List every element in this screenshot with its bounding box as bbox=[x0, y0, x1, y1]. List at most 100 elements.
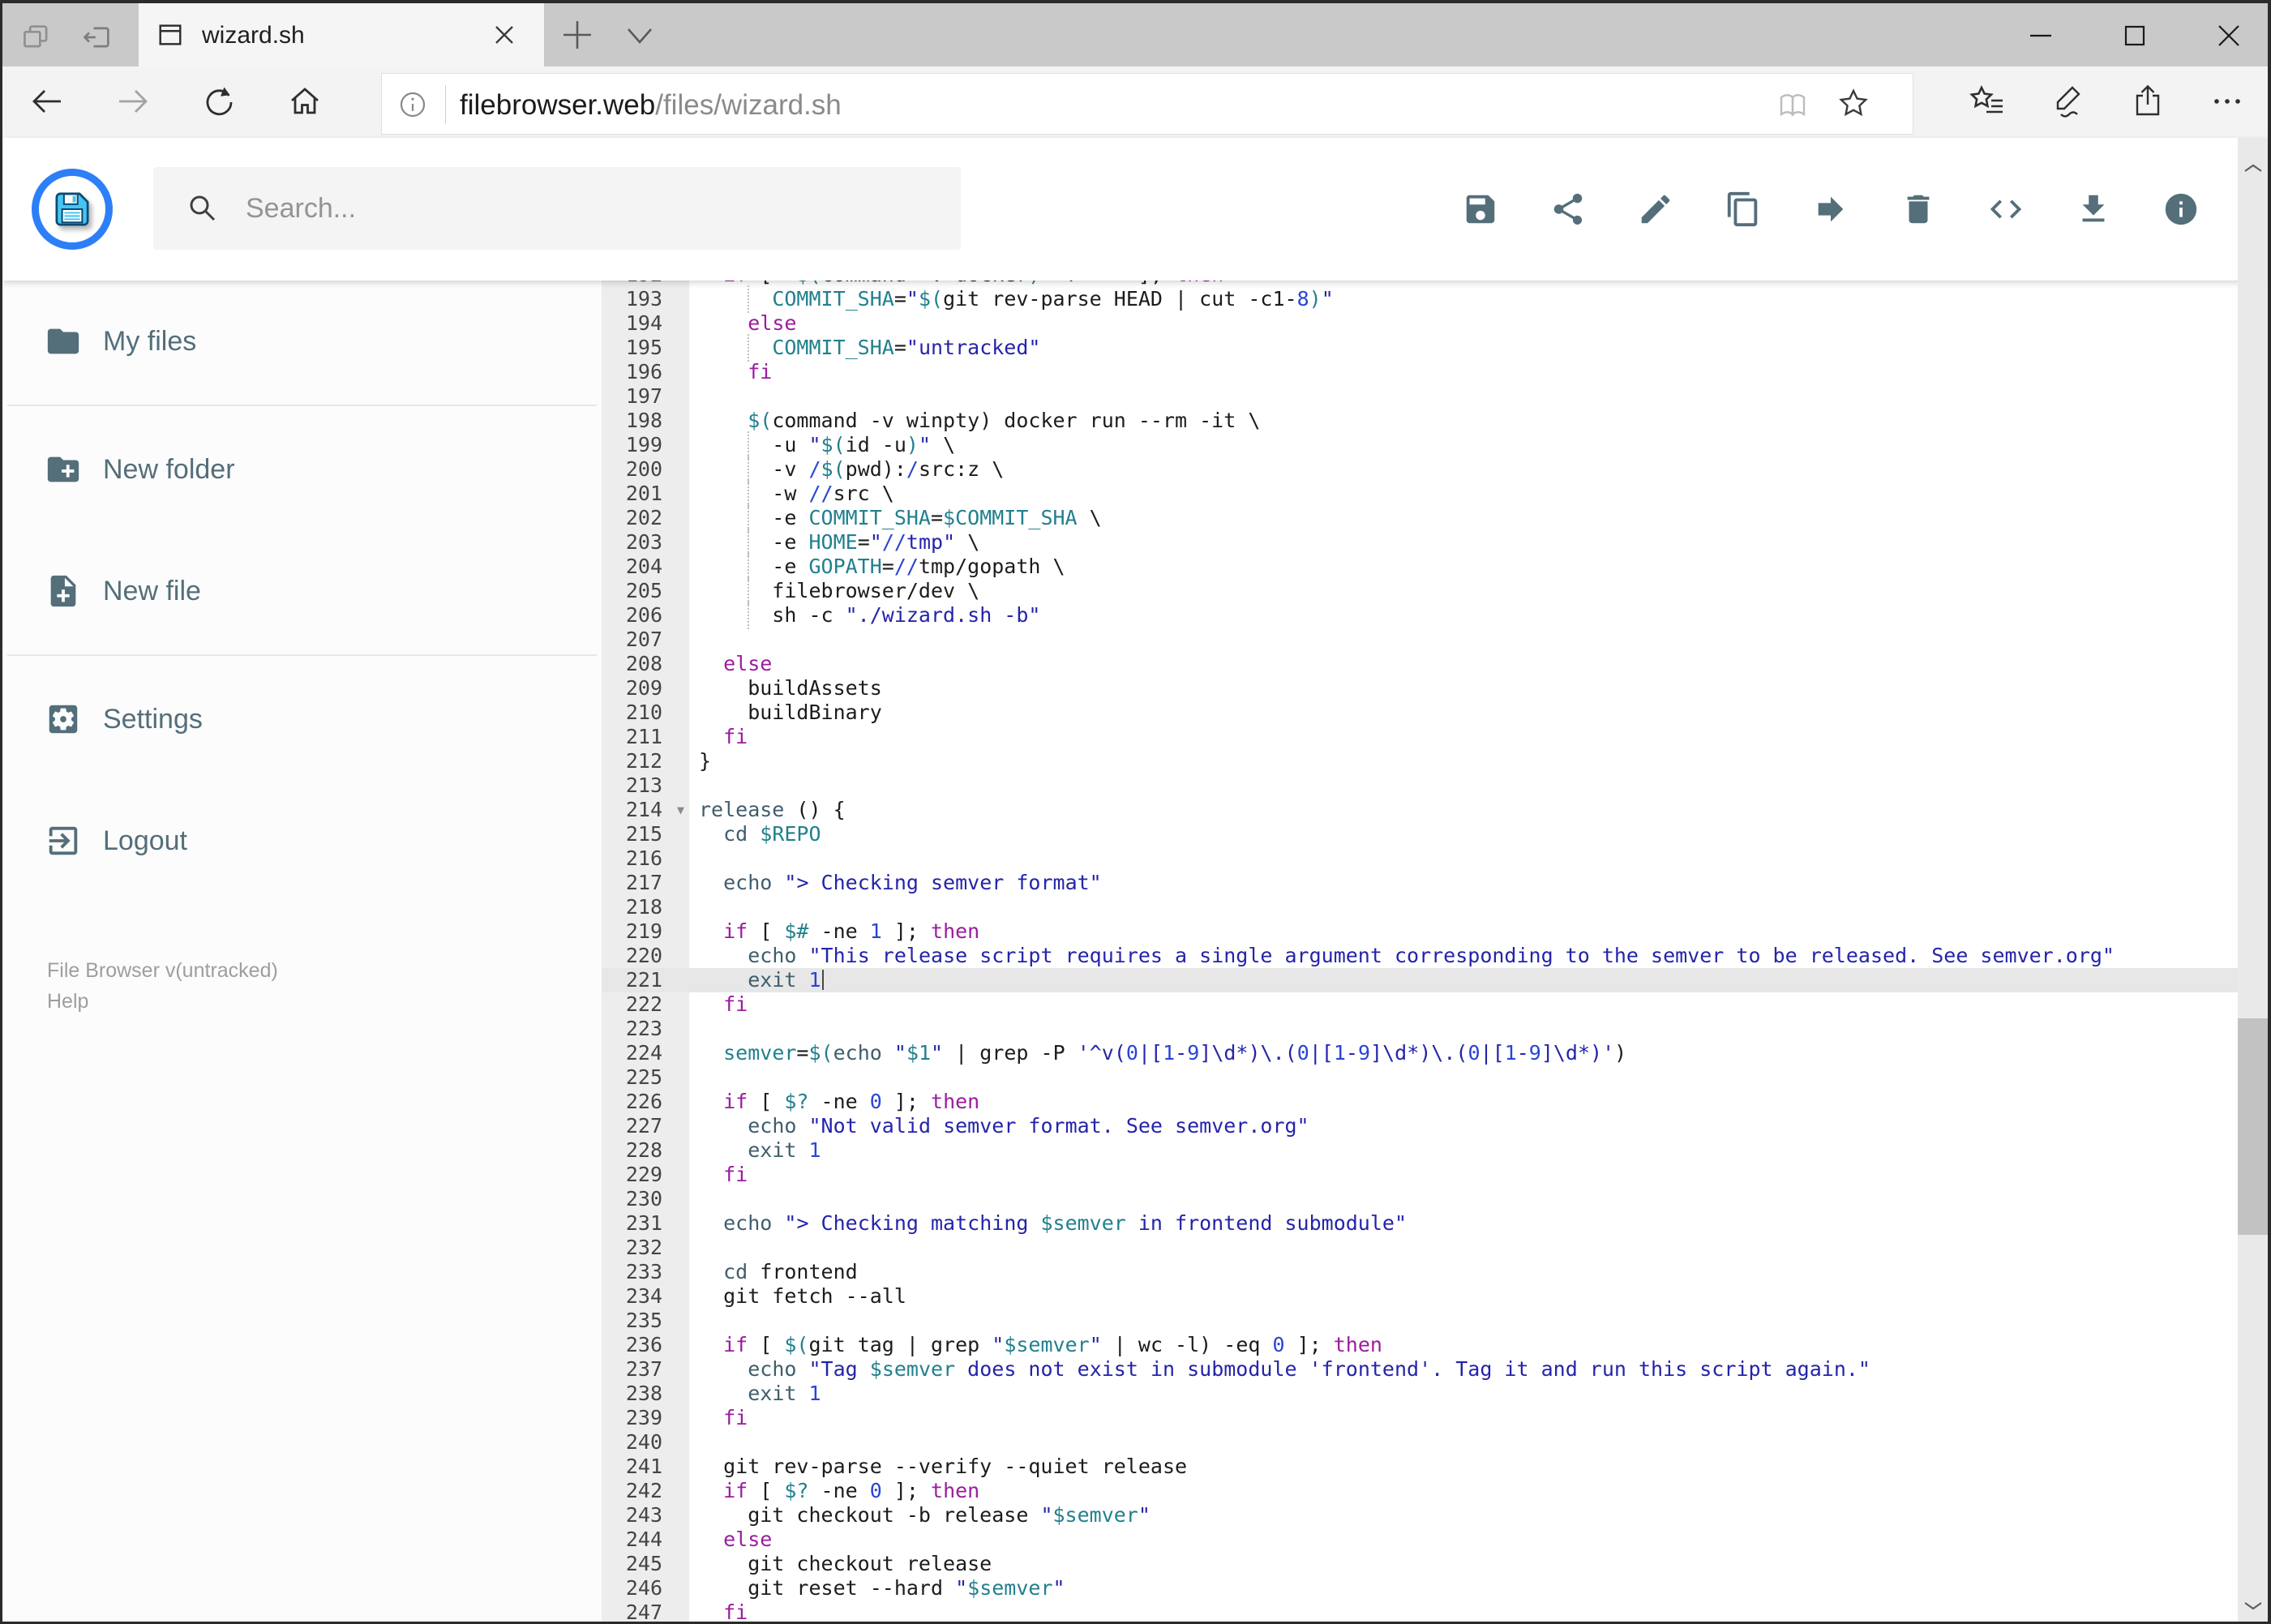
refresh-icon[interactable] bbox=[200, 83, 238, 120]
code-line-241[interactable]: 241 git rev-parse --verify --quiet relea… bbox=[602, 1455, 2268, 1479]
code-line-212[interactable]: 212} bbox=[602, 749, 2268, 773]
move-button[interactable] bbox=[1812, 191, 1849, 228]
code-line-243[interactable]: 243 git checkout -b release "$semver" bbox=[602, 1503, 2268, 1528]
code-line-217[interactable]: 217 echo "> Checking semver format" bbox=[602, 871, 2268, 895]
code-line-207[interactable]: 207 bbox=[602, 628, 2268, 652]
favorite-star-icon[interactable] bbox=[1836, 87, 1870, 121]
code-line-202[interactable]: 202 -e COMMIT_SHA=$COMMIT_SHA \ bbox=[602, 504, 2268, 532]
code-line-203[interactable]: 203 -e HOME="//tmp" \ bbox=[602, 529, 2268, 556]
share-icon[interactable] bbox=[2129, 83, 2166, 120]
code-line-214[interactable]: 214 ▼ release () { bbox=[602, 798, 2268, 822]
code-line-234[interactable]: 234 git fetch --all bbox=[602, 1284, 2268, 1309]
scrollbar-thumb[interactable] bbox=[2238, 1018, 2268, 1235]
sidebar-item-my-files[interactable]: My files bbox=[2, 281, 602, 402]
code-line-237[interactable]: 237 echo "Tag $semver does not exist in … bbox=[602, 1357, 2268, 1382]
code-line-201[interactable]: 201 -w //src \ bbox=[602, 480, 2268, 508]
code-line-192[interactable]: 192 if [ "$(command -v docker)" != "" ];… bbox=[602, 281, 2268, 287]
code-line-195[interactable]: 195 COMMIT_SHA="untracked" bbox=[602, 334, 2268, 362]
scroll-up-icon[interactable] bbox=[2243, 164, 2263, 174]
code-line-240[interactable]: 240 bbox=[602, 1430, 2268, 1455]
tab-close-icon[interactable] bbox=[494, 24, 515, 45]
code-line-246[interactable]: 246 git reset --hard "$semver" bbox=[602, 1576, 2268, 1600]
hub-favorites-icon[interactable] bbox=[1969, 83, 2006, 120]
save-button[interactable] bbox=[1462, 191, 1499, 228]
sidebar-item-new-file[interactable]: New file bbox=[2, 530, 602, 652]
delete-button[interactable] bbox=[1900, 191, 1937, 228]
search-box[interactable] bbox=[153, 167, 961, 250]
maximize-icon[interactable] bbox=[2122, 23, 2148, 49]
sidebar-item-logout[interactable]: Logout bbox=[2, 780, 602, 902]
set-tabs-aside-icon[interactable] bbox=[81, 21, 114, 54]
code-line-208[interactable]: 208 else bbox=[602, 652, 2268, 676]
code-line-200[interactable]: 200 -v /$(pwd):/src:z \ bbox=[602, 456, 2268, 483]
tab-previews-icon[interactable] bbox=[21, 21, 54, 54]
code-line-209[interactable]: 209 buildAssets bbox=[602, 676, 2268, 701]
code-line-218[interactable]: 218 bbox=[602, 895, 2268, 919]
code-line-210[interactable]: 210 buildBinary bbox=[602, 701, 2268, 725]
forward-icon[interactable] bbox=[114, 83, 152, 120]
code-line-224[interactable]: 224 semver=$(echo "$1" | grep -P '^v(0|[… bbox=[602, 1041, 2268, 1065]
code-line-230[interactable]: 230 bbox=[602, 1187, 2268, 1211]
site-info-icon[interactable] bbox=[396, 88, 429, 121]
code-line-197[interactable]: 197 bbox=[602, 384, 2268, 409]
vertical-scrollbar[interactable] bbox=[2238, 138, 2268, 1622]
code-line-222[interactable]: 222 fi bbox=[602, 992, 2268, 1017]
code-line-215[interactable]: 215 cd $REPO bbox=[602, 822, 2268, 846]
sidebar-item-new-folder[interactable]: New folder bbox=[2, 409, 602, 530]
code-line-232[interactable]: 232 bbox=[602, 1236, 2268, 1260]
close-icon[interactable] bbox=[2216, 23, 2242, 49]
code-line-213[interactable]: 213 bbox=[602, 773, 2268, 798]
browser-tab[interactable]: wizard.sh bbox=[139, 3, 544, 66]
tab-list-chevron-icon[interactable] bbox=[623, 24, 656, 49]
scroll-down-icon[interactable] bbox=[2243, 1600, 2263, 1610]
share-button[interactable] bbox=[1549, 191, 1587, 228]
code-line-199[interactable]: 199 -u "$(id -u)" \ bbox=[602, 431, 2268, 459]
code-line-238[interactable]: 238 exit 1 bbox=[602, 1382, 2268, 1406]
reading-view-icon[interactable] bbox=[1776, 88, 1809, 121]
code-line-219[interactable]: 219 if [ $# -ne 1 ]; then bbox=[602, 919, 2268, 944]
code-line-244[interactable]: 244 else bbox=[602, 1528, 2268, 1552]
code-line-229[interactable]: 229 fi bbox=[602, 1163, 2268, 1187]
code-line-220[interactable]: 220 echo "This release script requires a… bbox=[602, 944, 2268, 968]
code-line-245[interactable]: 245 git checkout release bbox=[602, 1552, 2268, 1576]
code-line-233[interactable]: 233 cd frontend bbox=[602, 1260, 2268, 1284]
code-line-221[interactable]: 221 exit 1 bbox=[602, 968, 2268, 992]
code-line-226[interactable]: 226 if [ $? -ne 0 ]; then bbox=[602, 1090, 2268, 1114]
code-line-206[interactable]: 206 sh -c "./wizard.sh -b" bbox=[602, 602, 2268, 629]
source-code-button[interactable] bbox=[1987, 191, 2025, 228]
code-line-194[interactable]: 194 else bbox=[602, 311, 2268, 336]
search-input[interactable] bbox=[244, 167, 925, 250]
address-bar[interactable]: filebrowser.web/files/wizard.sh bbox=[381, 73, 1913, 135]
code-line-198[interactable]: 198 $(command -v winpty) docker run --rm… bbox=[602, 409, 2268, 433]
download-button[interactable] bbox=[2075, 191, 2112, 228]
code-line-231[interactable]: 231 echo "> Checking matching $semver in… bbox=[602, 1211, 2268, 1236]
edit-button[interactable] bbox=[1637, 191, 1674, 228]
code-editor[interactable]: 192 if [ "$(command -v docker)" != "" ];… bbox=[602, 281, 2268, 1622]
code-line-242[interactable]: 242 if [ $? -ne 0 ]; then bbox=[602, 1479, 2268, 1503]
code-line-228[interactable]: 228 exit 1 bbox=[602, 1138, 2268, 1163]
code-line-235[interactable]: 235 bbox=[602, 1309, 2268, 1333]
code-line-196[interactable]: 196 fi bbox=[602, 360, 2268, 384]
minimize-icon[interactable] bbox=[2028, 23, 2054, 49]
home-icon[interactable] bbox=[286, 83, 324, 120]
code-line-193[interactable]: 193 COMMIT_SHA="$(git rev-parse HEAD | c… bbox=[602, 285, 2268, 313]
back-icon[interactable] bbox=[28, 83, 66, 120]
code-line-223[interactable]: 223 bbox=[602, 1017, 2268, 1041]
web-note-icon[interactable] bbox=[2048, 83, 2085, 120]
code-line-239[interactable]: 239 fi bbox=[602, 1406, 2268, 1430]
code-line-236[interactable]: 236 if [ $(git tag | grep "$semver" | wc… bbox=[602, 1333, 2268, 1357]
new-tab-icon[interactable] bbox=[560, 18, 594, 52]
code-line-227[interactable]: 227 echo "Not valid semver format. See s… bbox=[602, 1114, 2268, 1138]
fold-arrow-icon[interactable]: ▼ bbox=[677, 798, 684, 822]
filebrowser-logo[interactable] bbox=[32, 169, 113, 250]
code-line-205[interactable]: 205 filebrowser/dev \ bbox=[602, 577, 2268, 605]
more-options-icon[interactable] bbox=[2209, 83, 2246, 120]
url-text[interactable]: filebrowser.web/files/wizard.sh bbox=[460, 89, 842, 122]
code-line-204[interactable]: 204 -e GOPATH=//tmp/gopath \ bbox=[602, 553, 2268, 581]
info-button[interactable] bbox=[2162, 191, 2200, 228]
code-line-211[interactable]: 211 fi bbox=[602, 725, 2268, 749]
help-link[interactable]: Help bbox=[47, 986, 278, 1017]
code-line-216[interactable]: 216 bbox=[602, 846, 2268, 871]
code-line-225[interactable]: 225 bbox=[602, 1065, 2268, 1090]
sidebar-item-settings[interactable]: Settings bbox=[2, 658, 602, 780]
